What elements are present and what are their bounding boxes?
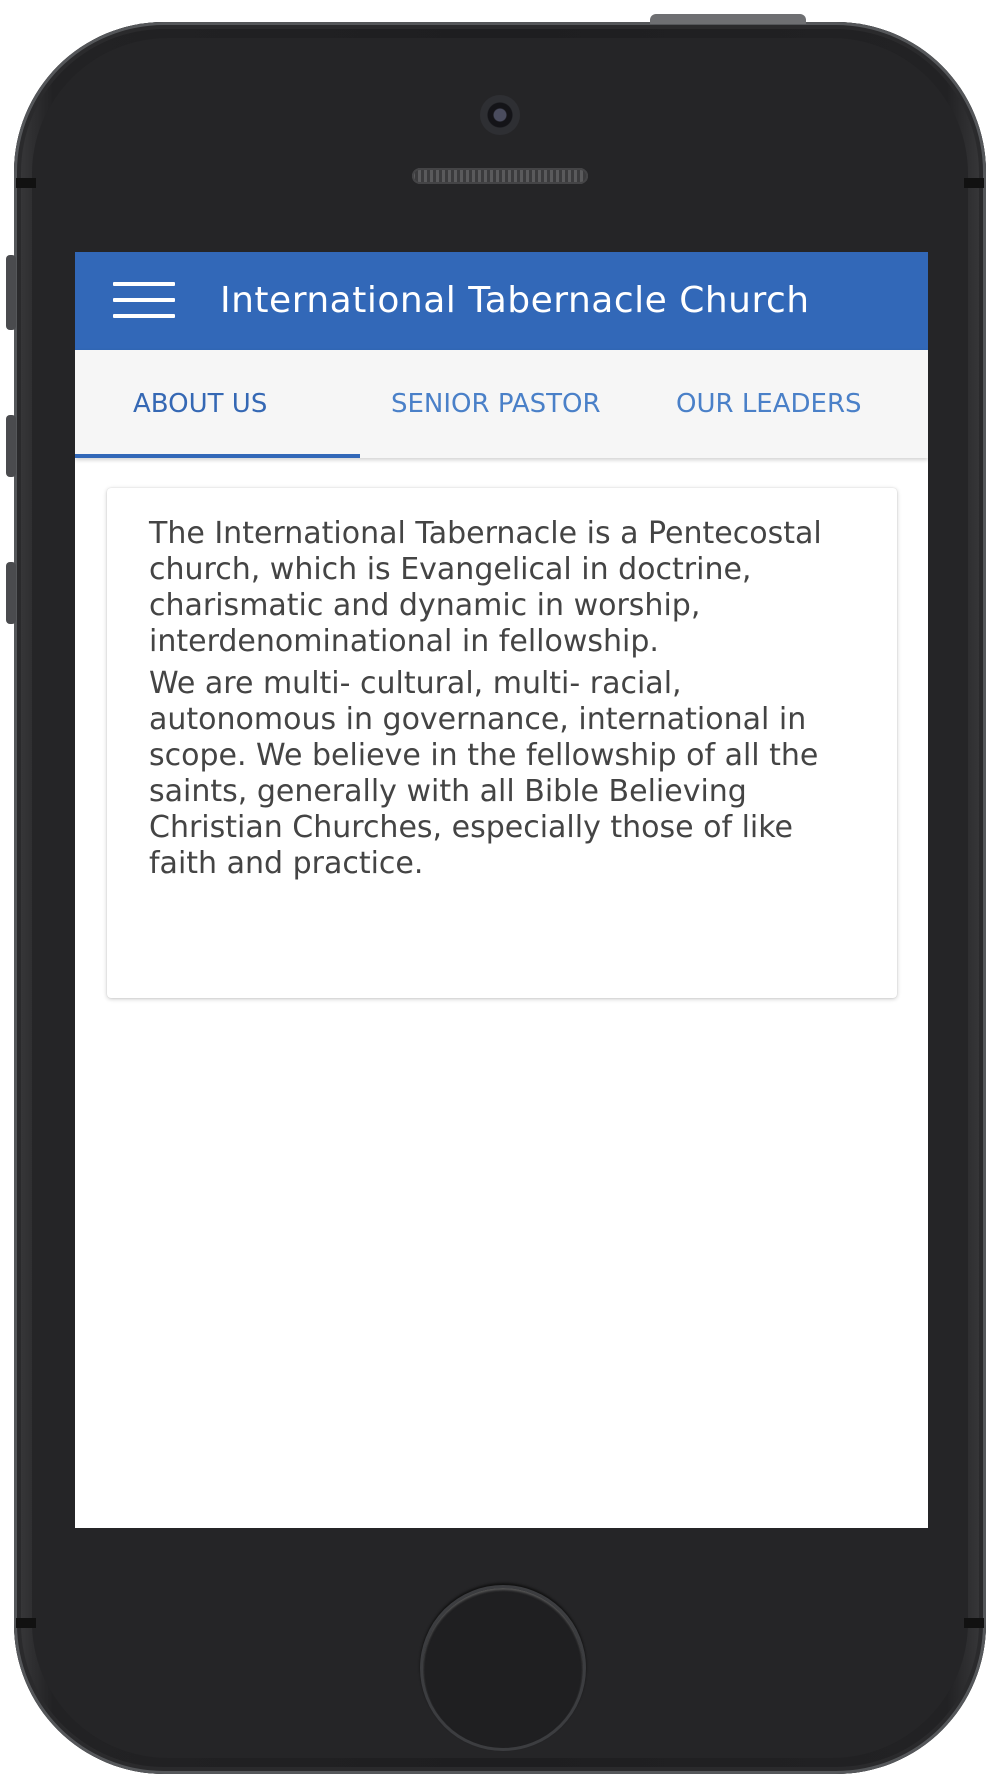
active-tab-indicator	[75, 454, 360, 458]
tab-senior-pastor[interactable]: SENIOR PASTOR	[391, 350, 641, 458]
earpiece-speaker	[412, 168, 588, 184]
tab-bar: ABOUT US SENIOR PASTOR OUR LEADERS	[75, 350, 928, 458]
front-camera-icon	[480, 95, 520, 135]
app-bar: International Tabernacle Church	[75, 252, 928, 350]
tab-our-leaders[interactable]: OUR LEADERS	[676, 350, 928, 458]
antenna-band	[16, 1618, 36, 1628]
antenna-band	[964, 1618, 984, 1628]
tab-about-us[interactable]: ABOUT US	[133, 350, 358, 458]
about-paragraph: The International Tabernacle is a Pentec…	[149, 516, 822, 659]
antenna-band	[964, 178, 984, 188]
about-text: The International Tabernacle is a Pentec…	[149, 516, 869, 888]
app-screen: International Tabernacle Church ABOUT US…	[75, 252, 928, 1528]
about-card: The International Tabernacle is a Pentec…	[107, 488, 897, 998]
mute-switch	[6, 255, 16, 330]
about-paragraph: We are multi- cultural, multi- racial, a…	[149, 666, 819, 881]
volume-up-button	[6, 415, 16, 477]
antenna-band	[16, 178, 36, 188]
home-button[interactable]	[420, 1585, 586, 1751]
volume-down-button	[6, 562, 16, 624]
hamburger-menu-icon[interactable]	[113, 282, 175, 322]
app-title: International Tabernacle Church	[220, 280, 810, 321]
power-button	[650, 14, 806, 24]
